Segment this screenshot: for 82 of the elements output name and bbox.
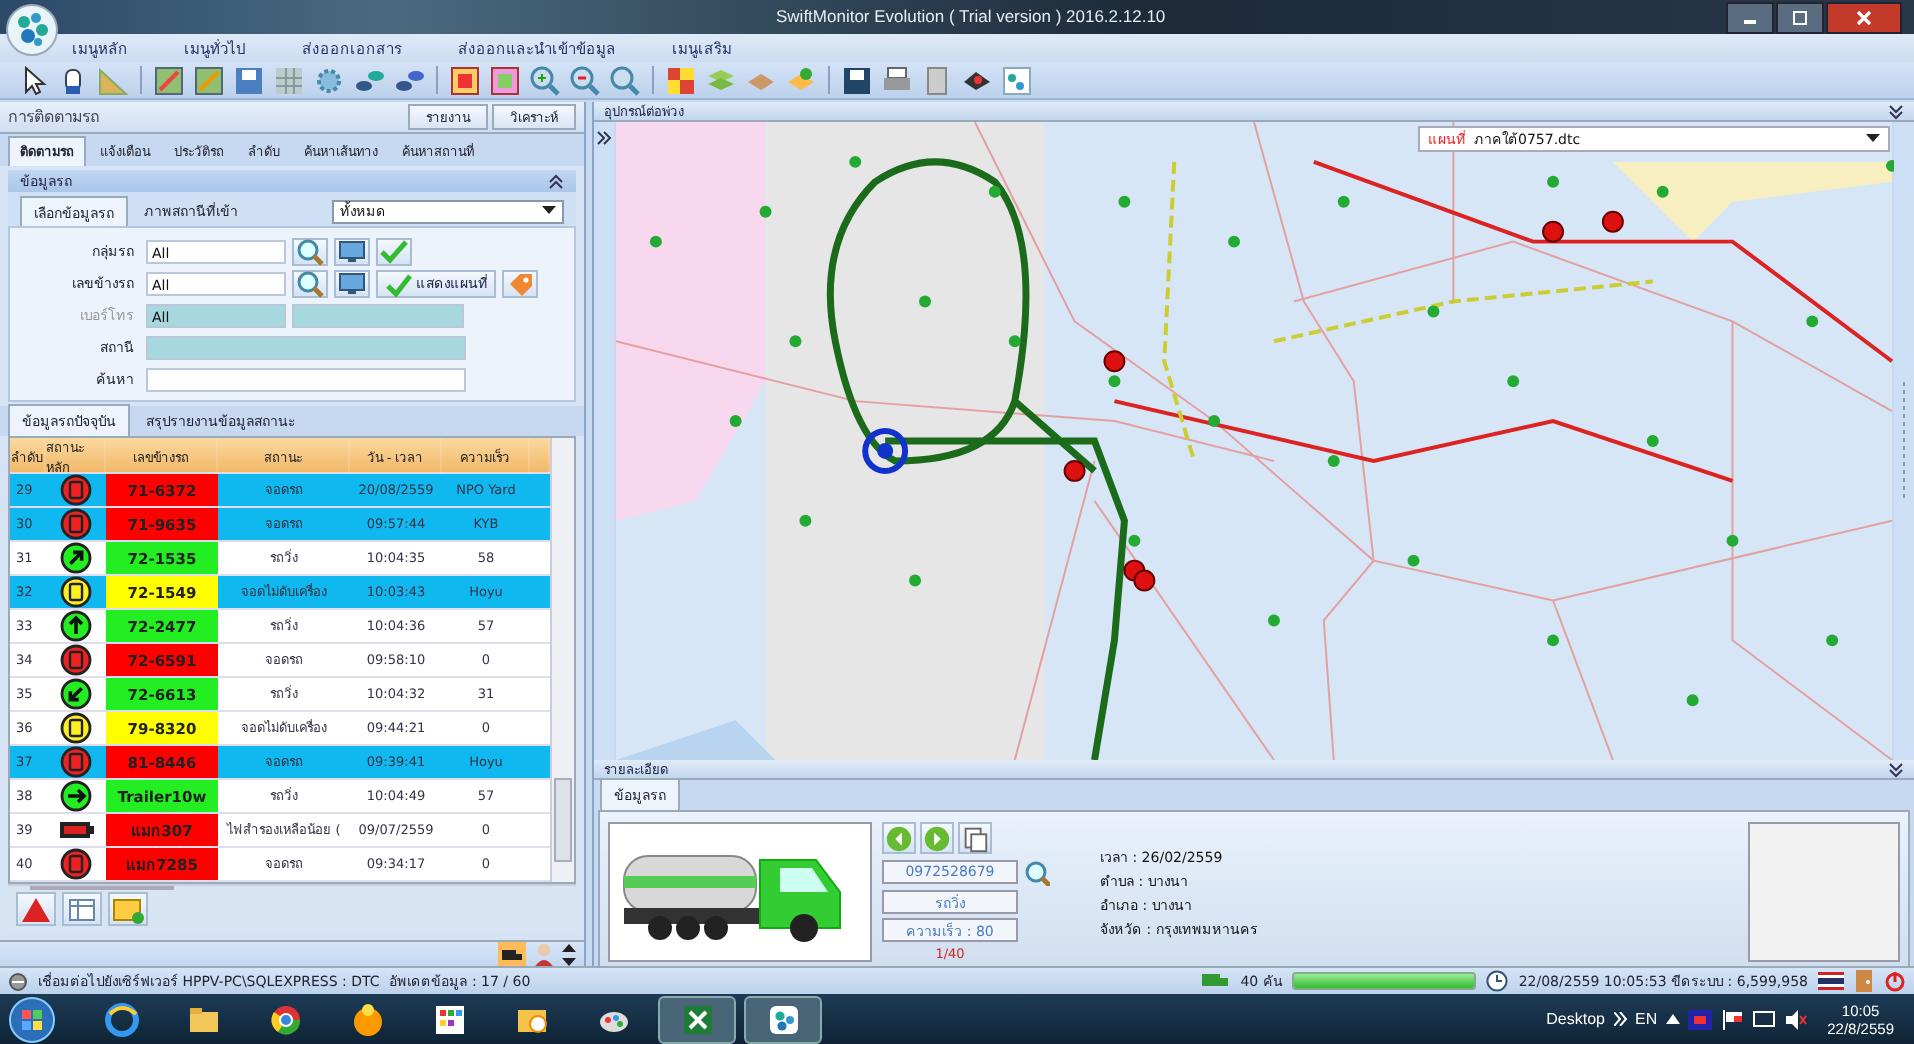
ball-icon: [349, 1001, 385, 1037]
flag-icon[interactable]: [1719, 1009, 1744, 1029]
copy-icon: [960, 823, 990, 853]
idle-status-icon: [59, 712, 93, 744]
map-pencil-icon[interactable]: [152, 63, 186, 97]
maximize-button[interactable]: [1776, 1, 1824, 33]
scrollbar-grip-icon[interactable]: [1900, 381, 1908, 501]
check-icon: [384, 269, 412, 297]
stop-status-icon: [59, 474, 93, 506]
horizontal-scrollbar[interactable]: [8, 884, 576, 886]
caret-icon: [542, 206, 556, 216]
power-icon[interactable]: [1884, 970, 1906, 992]
start-button[interactable]: [8, 995, 56, 1043]
monitor-button[interactable]: [334, 237, 370, 265]
stop-status-icon: [59, 644, 93, 676]
check-icon: [378, 236, 410, 266]
monitor-button[interactable]: [334, 269, 370, 297]
speaker-icon[interactable]: [1783, 1009, 1808, 1029]
search-icon: [294, 236, 326, 266]
taskbar-button[interactable]: [658, 995, 736, 1043]
stop-status-icon: [59, 746, 93, 778]
search-icon: [294, 268, 326, 298]
gear-icon[interactable]: [312, 63, 346, 97]
monitor-icon: [336, 268, 368, 298]
monitor-icon: [336, 236, 368, 266]
zoom-out-icon[interactable]: [568, 63, 602, 97]
chevron-icon[interactable]: [1613, 1012, 1627, 1026]
floppy-icon[interactable]: [840, 63, 874, 97]
truck-icon: [1202, 972, 1231, 990]
previous-icon: [884, 823, 914, 853]
window-title: SwiftMonitor Evolution ( Trial version ) 2016.2.12.10: [776, 6, 1166, 26]
map-pencil-icon[interactable]: [192, 63, 226, 97]
panel-title: การติดตามรถ: [8, 106, 100, 130]
clock-icon: [1486, 970, 1509, 992]
grid-icon: [431, 1001, 467, 1037]
maximize-icon: [1792, 9, 1808, 25]
map-frame-icon[interactable]: [448, 63, 482, 97]
door-icon[interactable]: [1854, 970, 1874, 992]
table-button[interactable]: [62, 892, 102, 926]
network-icon: [765, 1001, 801, 1037]
close-button[interactable]: [1826, 1, 1902, 33]
copy-button[interactable]: [958, 822, 992, 854]
collapse-icon[interactable]: [548, 173, 564, 189]
search-field[interactable]: [146, 367, 466, 391]
checker-icon[interactable]: [664, 63, 698, 97]
search-button[interactable]: [292, 237, 328, 265]
close-icon: [1856, 9, 1872, 25]
browser-icon: [103, 1001, 139, 1037]
collapse-icon[interactable]: [1888, 103, 1904, 119]
mail-button[interactable]: [108, 892, 148, 926]
search-icon[interactable]: [1022, 858, 1050, 886]
mail-icon: [112, 894, 144, 924]
taskbar-button[interactable]: [744, 995, 822, 1043]
search-button[interactable]: [292, 269, 328, 297]
sort-arrows-icon[interactable]: [562, 944, 576, 966]
monitor-icon[interactable]: [1751, 1009, 1776, 1029]
expand-icon[interactable]: [596, 130, 612, 146]
idle-status-icon: [59, 576, 93, 608]
warning-icon: [20, 894, 52, 924]
save-icon[interactable]: [232, 63, 266, 97]
truck-icon[interactable]: [498, 942, 526, 968]
flag-icon: [1818, 972, 1844, 990]
tray-arrow-icon[interactable]: [1665, 1014, 1680, 1024]
warning-button[interactable]: [16, 892, 56, 926]
minimize-button[interactable]: [1726, 1, 1774, 33]
search-icon[interactable]: [608, 63, 642, 97]
connection-icon: [8, 971, 28, 991]
table-icon: [66, 894, 98, 924]
spreadsheet-icon: [679, 1001, 715, 1037]
next-icon: [922, 823, 952, 853]
vertical-scrollbar[interactable]: [550, 438, 574, 882]
map-frame-icon[interactable]: [488, 63, 522, 97]
stop-status-icon: [59, 508, 93, 540]
collapse-icon[interactable]: [1888, 761, 1904, 777]
desktop-toolbar-label[interactable]: Desktop: [1546, 1010, 1605, 1028]
input-field[interactable]: [146, 335, 466, 359]
zoom-in-icon[interactable]: [528, 63, 562, 97]
language-indicator[interactable]: EN: [1635, 1010, 1658, 1028]
input-field[interactable]: [292, 303, 464, 327]
caret-icon: [1866, 134, 1880, 144]
browser-icon: [267, 1001, 303, 1037]
stop-status-icon: [59, 848, 93, 880]
